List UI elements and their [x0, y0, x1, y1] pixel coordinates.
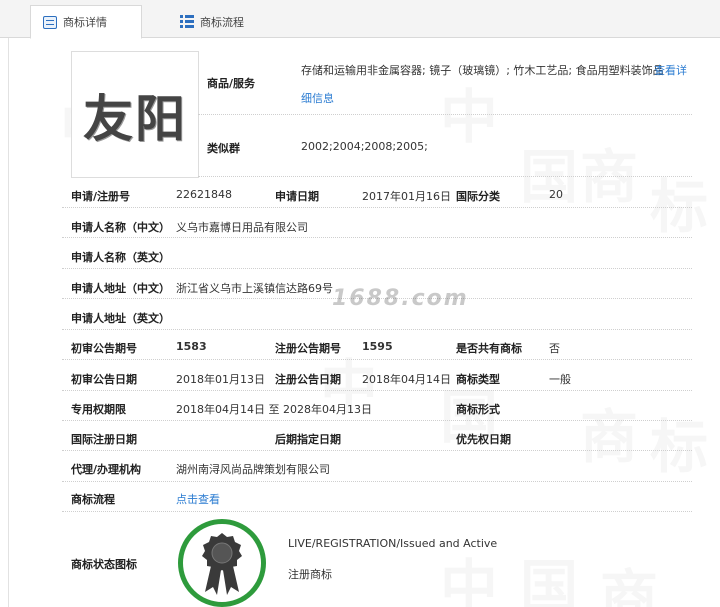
view-details-link[interactable]: 查看详	[654, 62, 687, 78]
shared-trademark-label: 是否共有商标	[456, 342, 522, 355]
priority-date-label: 优先权日期	[456, 433, 511, 446]
document-icon	[43, 15, 57, 29]
goods-services-label: 商品/服务	[207, 77, 256, 90]
dates-row: 国际注册日期 后期指定日期 优先权日期	[62, 421, 692, 451]
address-en-row: 申请人地址（英文）	[62, 299, 692, 330]
preliminary-announcement-no-label: 初审公告期号	[71, 342, 137, 355]
tab-trademark-detail-label: 商标详情	[63, 16, 107, 29]
international-registration-date-label: 国际注册日期	[71, 433, 137, 446]
agent-row: 代理/办理机构 湖州南浔风尚品牌策划有限公司	[62, 451, 692, 482]
status-row: 商标状态图标 LIVE/REGISTRATION/Issued and Acti…	[62, 512, 692, 607]
address-cn-row: 申请人地址（中文） 浙江省义乌市上溪镇信达路69号	[62, 269, 692, 299]
status-english-text: LIVE/REGISTRATION/Issued and Active	[288, 537, 498, 550]
tab-trademark-flow-label: 商标流程	[200, 15, 244, 29]
application-date-label: 申请日期	[275, 190, 319, 203]
exclusive-period-label: 专用权期限	[71, 403, 126, 416]
applicant-address-cn-value: 浙江省义乌市上溪镇信达路69号	[176, 282, 333, 295]
view-flow-link[interactable]: 点击查看	[176, 491, 220, 507]
agent-label: 代理/办理机构	[71, 463, 142, 476]
exclusive-period-row: 专用权期限 2018年04月14日 至 2028年04月13日 商标形式	[62, 391, 692, 421]
trademark-logo-image: 友阳	[71, 51, 199, 178]
applicant-address-cn-label: 申请人地址（中文）	[71, 282, 170, 295]
preliminary-announcement-date-label: 初审公告日期	[71, 373, 137, 386]
international-class-label: 国际分类	[456, 190, 500, 203]
announcement-date-row: 初审公告日期 2018年01月13日 注册公告日期 2018年04月14日 商标…	[62, 360, 692, 391]
preliminary-announcement-date-value: 2018年01月13日	[176, 373, 265, 386]
award-ribbon-icon	[202, 533, 242, 595]
goods-services-row: 商品/服务 存储和运输用非金属容器; 镜子（玻璃镜）; 竹木工艺品; 食品用塑料…	[198, 52, 692, 115]
trademark-form-label: 商标形式	[456, 403, 500, 416]
view-details-link-cont[interactable]: 细信息	[301, 90, 334, 106]
preliminary-announcement-no-value: 1583	[176, 340, 207, 353]
trademark-logo-text: 友阳	[83, 88, 187, 148]
similar-group-label: 类似群	[207, 142, 240, 155]
registration-announcement-date-value: 2018年04月14日	[362, 373, 451, 386]
applicant-address-en-label: 申请人地址（英文）	[71, 312, 170, 325]
trademark-type-label: 商标类型	[456, 373, 500, 386]
registration-announcement-no-value: 1595	[362, 340, 393, 353]
applicant-cn-row: 申请人名称（中文） 义乌市嘉博日用品有限公司	[62, 208, 692, 238]
registration-number-value: 22621848	[176, 188, 232, 201]
trademark-type-value: 一般	[549, 373, 571, 386]
similar-group-value: 2002;2004;2008;2005;	[301, 140, 428, 153]
tab-bar: 商标详情 商标流程	[0, 0, 720, 39]
tab-trademark-detail[interactable]: 商标详情	[30, 5, 142, 39]
applicant-name-cn-label: 申请人名称（中文）	[71, 221, 170, 234]
trademark-flow-row: 商标流程 点击查看	[62, 482, 692, 512]
goods-services-value: 存储和运输用非金属容器; 镜子（玻璃镜）; 竹木工艺品; 食品用塑料装饰品	[301, 64, 664, 77]
registration-number-label: 申请/注册号	[71, 190, 131, 203]
exclusive-period-value: 2018年04月14日 至 2028年04月13日	[176, 403, 372, 416]
application-date-value: 2017年01月16日	[362, 190, 451, 203]
international-class-value: 20	[549, 188, 563, 201]
status-chinese-text: 注册商标	[288, 568, 332, 581]
applicant-name-cn-value: 义乌市嘉博日用品有限公司	[176, 221, 308, 234]
trademark-status-label: 商标状态图标	[71, 558, 137, 571]
applicant-en-row: 申请人名称（英文）	[62, 238, 692, 269]
similar-group-row: 类似群 2002;2004;2008;2005;	[198, 115, 692, 177]
registered-status-badge	[178, 519, 266, 607]
trademark-flow-label: 商标流程	[71, 493, 115, 506]
registration-announcement-date-label: 注册公告日期	[275, 373, 341, 386]
applicant-name-en-label: 申请人名称（英文）	[71, 251, 170, 264]
registration-announcement-no-label: 注册公告期号	[275, 342, 341, 355]
shared-trademark-value: 否	[549, 342, 560, 355]
announcement-no-row: 初审公告期号 1583 注册公告期号 1595 是否共有商标 否	[62, 330, 692, 360]
list-icon	[180, 15, 194, 28]
later-designation-date-label: 后期指定日期	[275, 433, 341, 446]
registration-row: 申请/注册号 22621848 申请日期 2017年01月16日 国际分类 20	[62, 178, 692, 208]
tab-trademark-flow[interactable]: 商标流程	[168, 5, 278, 38]
agent-value: 湖州南浔风尚品牌策划有限公司	[176, 463, 330, 476]
